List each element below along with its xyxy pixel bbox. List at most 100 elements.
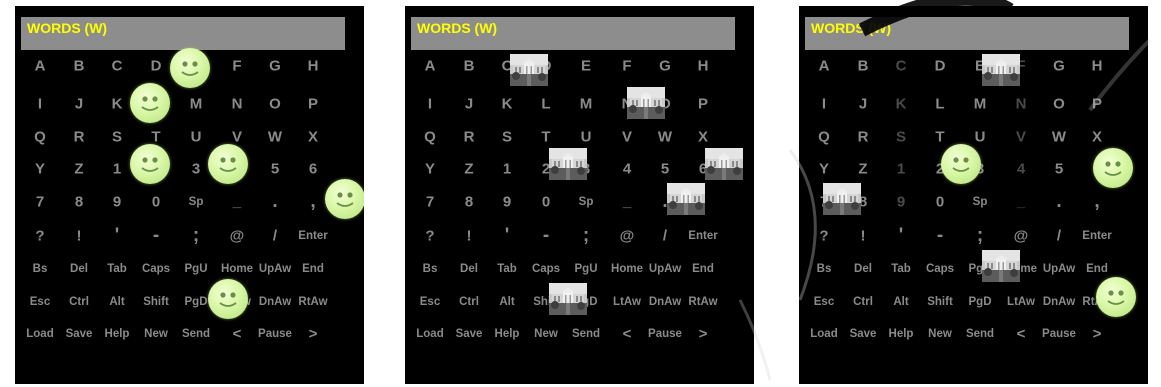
key-l[interactable]: L xyxy=(541,96,550,113)
key-s[interactable]: S xyxy=(112,129,122,146)
key-7[interactable]: 7 xyxy=(426,194,434,211)
key-slash[interactable]: / xyxy=(273,228,277,245)
key-pgu[interactable]: PgU xyxy=(185,263,208,275)
key-h[interactable]: H xyxy=(308,58,319,75)
key-d[interactable]: D xyxy=(935,58,946,75)
key-period[interactable]: . xyxy=(272,191,277,213)
key-b[interactable]: B xyxy=(464,58,475,75)
key-send[interactable]: Send xyxy=(572,328,600,340)
key-x[interactable]: X xyxy=(308,129,318,146)
key-z[interactable]: Z xyxy=(74,161,83,178)
key-less[interactable]: < xyxy=(623,326,632,343)
key-send[interactable]: Send xyxy=(182,328,210,340)
key-z[interactable]: Z xyxy=(858,161,867,178)
key-l[interactable]: L xyxy=(935,96,944,113)
key-n[interactable]: N xyxy=(1016,96,1027,113)
key-0[interactable]: 0 xyxy=(542,194,550,211)
key-caps[interactable]: Caps xyxy=(532,263,560,275)
key-upaw[interactable]: UpAw xyxy=(259,263,291,275)
key-p[interactable]: P xyxy=(308,96,318,113)
key-alt[interactable]: Alt xyxy=(893,296,908,308)
key-dnaw[interactable]: DnAw xyxy=(649,296,681,308)
key-1[interactable]: 1 xyxy=(503,161,511,178)
key-dnaw[interactable]: DnAw xyxy=(259,296,291,308)
key-a[interactable]: A xyxy=(819,58,830,75)
key-8[interactable]: 8 xyxy=(75,194,83,211)
key-at[interactable]: @ xyxy=(230,228,245,245)
key-tab[interactable]: Tab xyxy=(891,263,911,275)
key-esc[interactable]: Esc xyxy=(814,296,834,308)
key-dash[interactable]: - xyxy=(153,225,159,247)
key-save[interactable]: Save xyxy=(456,328,483,340)
key-upaw[interactable]: UpAw xyxy=(649,263,681,275)
key-new[interactable]: New xyxy=(534,328,558,340)
key-sp[interactable]: Sp xyxy=(189,196,204,208)
key-rtaw[interactable]: RtAw xyxy=(688,296,717,308)
key-0[interactable]: 0 xyxy=(936,194,944,211)
key-bs[interactable]: Bs xyxy=(423,263,438,275)
key-u[interactable]: U xyxy=(581,129,592,146)
key-h[interactable]: H xyxy=(1092,58,1103,75)
key-s[interactable]: S xyxy=(896,129,906,146)
key-5[interactable]: 5 xyxy=(1055,161,1063,178)
key-g[interactable]: G xyxy=(659,58,671,75)
key-end[interactable]: End xyxy=(302,263,324,275)
key-send[interactable]: Send xyxy=(966,328,994,340)
key-p[interactable]: P xyxy=(698,96,708,113)
key-v[interactable]: V xyxy=(232,129,242,146)
key-k[interactable]: K xyxy=(112,96,123,113)
key-ltaw[interactable]: LtAw xyxy=(613,296,641,308)
words-text-field[interactable]: WORDS (W) xyxy=(21,17,345,50)
key-t[interactable]: T xyxy=(935,129,944,146)
key-enter[interactable]: Enter xyxy=(298,230,327,242)
key-at[interactable]: @ xyxy=(620,228,635,245)
key-q[interactable]: Q xyxy=(34,129,46,146)
key-sp[interactable]: Sp xyxy=(579,196,594,208)
key-save[interactable]: Save xyxy=(66,328,93,340)
key-enter[interactable]: Enter xyxy=(1082,230,1111,242)
key-load[interactable]: Load xyxy=(26,328,53,340)
key-a[interactable]: A xyxy=(35,58,46,75)
key-pgu[interactable]: PgU xyxy=(575,263,598,275)
key-home[interactable]: Home xyxy=(221,263,253,275)
key-pgd[interactable]: PgD xyxy=(185,296,208,308)
key-greater[interactable]: > xyxy=(309,326,318,343)
key-ltaw[interactable]: LtAw xyxy=(1007,296,1035,308)
key-comma[interactable]: , xyxy=(310,191,315,213)
key-tab[interactable]: Tab xyxy=(107,263,127,275)
key-0[interactable]: 0 xyxy=(152,194,160,211)
key-exclam[interactable]: ! xyxy=(861,228,866,245)
key-o[interactable]: O xyxy=(269,96,281,113)
key-x[interactable]: X xyxy=(1092,129,1102,146)
key-g[interactable]: G xyxy=(1053,58,1065,75)
key-3[interactable]: 3 xyxy=(192,161,200,178)
key-i[interactable]: I xyxy=(38,96,42,113)
key-y[interactable]: Y xyxy=(425,161,435,178)
key-exclam[interactable]: ! xyxy=(467,228,472,245)
key-apostrophe[interactable]: ' xyxy=(899,225,904,247)
key-p[interactable]: P xyxy=(1092,96,1102,113)
key-del[interactable]: Del xyxy=(854,263,872,275)
key-caps[interactable]: Caps xyxy=(142,263,170,275)
key-less[interactable]: < xyxy=(233,326,242,343)
key-alt[interactable]: Alt xyxy=(109,296,124,308)
key-underscore[interactable]: _ xyxy=(623,194,631,211)
key-o[interactable]: O xyxy=(1053,96,1065,113)
key-5[interactable]: 5 xyxy=(271,161,279,178)
key-z[interactable]: Z xyxy=(464,161,473,178)
key-shift[interactable]: Shift xyxy=(143,296,169,308)
key-e[interactable]: E xyxy=(581,58,591,75)
key-w[interactable]: W xyxy=(268,129,282,146)
key-enter[interactable]: Enter xyxy=(688,230,717,242)
key-6[interactable]: 6 xyxy=(309,161,317,178)
key-greater[interactable]: > xyxy=(1093,326,1102,343)
key-bs[interactable]: Bs xyxy=(817,263,832,275)
key-1[interactable]: 1 xyxy=(113,161,121,178)
key-ctrl[interactable]: Ctrl xyxy=(459,296,479,308)
key-slash[interactable]: / xyxy=(1057,228,1061,245)
key-a[interactable]: A xyxy=(425,58,436,75)
key-esc[interactable]: Esc xyxy=(30,296,50,308)
key-dnaw[interactable]: DnAw xyxy=(1043,296,1075,308)
words-text-field[interactable]: WORDS (W) xyxy=(805,17,1129,50)
key-esc[interactable]: Esc xyxy=(420,296,440,308)
